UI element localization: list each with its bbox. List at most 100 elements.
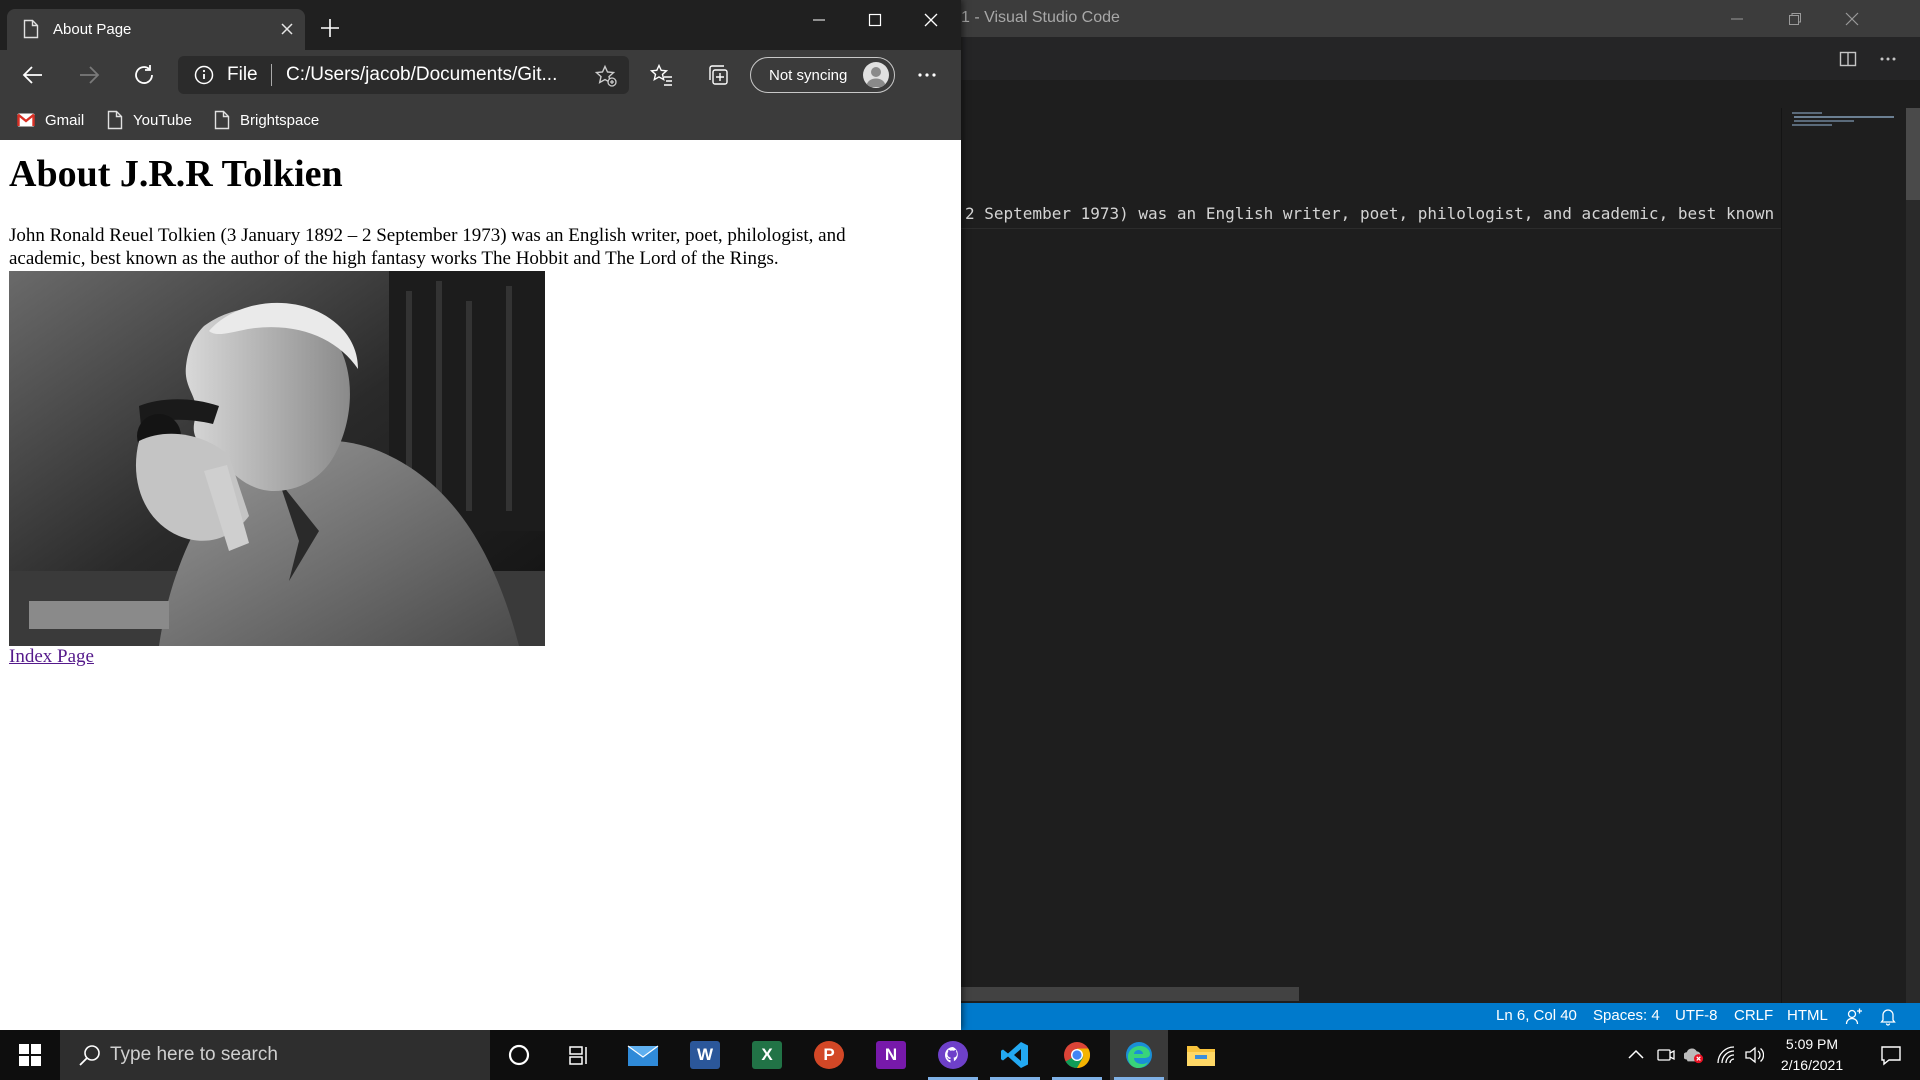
page-icon [23, 19, 39, 39]
encoding-setting[interactable]: UTF-8 [1675, 1007, 1718, 1024]
avatar [863, 62, 889, 88]
feedback-button[interactable] [1845, 1008, 1863, 1030]
vscode-status-bar: Ln 6, Col 40 Spaces: 4 UTF-8 CRLF HTML [961, 1003, 1920, 1030]
chevron-up-icon[interactable] [1626, 1045, 1646, 1065]
taskbar-onenote[interactable]: N [862, 1030, 920, 1080]
eol-setting[interactable]: CRLF [1734, 1007, 1773, 1024]
profile-sync-label: Not syncing [769, 67, 848, 84]
gmail-icon [17, 113, 35, 127]
edge-browser-window: About Page File C:/Users/jacob/Documents… [0, 0, 961, 1030]
page-content: About J.R.R Tolkien John Ronald Reuel To… [0, 140, 961, 1030]
edge-maximize-button[interactable] [847, 0, 903, 40]
refresh-button[interactable] [131, 62, 157, 88]
chrome-icon [1064, 1042, 1091, 1069]
current-line-highlight [961, 228, 1781, 229]
notification-icon [1881, 1046, 1901, 1066]
taskbar-edge[interactable] [1110, 1030, 1168, 1080]
tolkien-photo [9, 271, 545, 646]
tab-title: About Page [53, 21, 132, 38]
vscode-window-title: 1 - Visual Studio Code [961, 9, 1120, 26]
browser-tab-about[interactable]: About Page [7, 9, 305, 50]
windows-icon [19, 1044, 41, 1066]
taskbar-clock[interactable]: 5:09 PM 2/16/2021 [1752, 1034, 1872, 1076]
vertical-scrollbar[interactable] [1906, 108, 1920, 1003]
wifi-icon[interactable] [1716, 1045, 1736, 1065]
windows-taskbar: Type here to search W X P N 5:09 PM 2/16… [0, 1030, 1920, 1080]
maximize-icon [868, 13, 882, 27]
profile-sync-button[interactable]: Not syncing [750, 57, 895, 93]
split-editor-button[interactable] [1837, 48, 1859, 70]
indentation-setting[interactable]: Spaces: 4 [1593, 1007, 1660, 1024]
mail-icon [627, 1045, 659, 1066]
meet-now-icon[interactable] [1656, 1045, 1676, 1065]
back-button[interactable] [20, 62, 46, 88]
vscode-restore-button[interactable] [1767, 0, 1823, 37]
close-icon [281, 23, 293, 35]
vertical-scrollbar-thumb[interactable] [1906, 108, 1920, 200]
taskbar-mail[interactable] [614, 1030, 672, 1080]
language-mode[interactable]: HTML [1787, 1007, 1828, 1024]
taskbar-chrome[interactable] [1048, 1030, 1106, 1080]
taskbar-powerpoint[interactable]: P [800, 1030, 858, 1080]
collections-button[interactable] [705, 62, 731, 88]
favorites-bar: Gmail YouTube Brightspace [0, 100, 961, 140]
split-editor-icon [1839, 51, 1857, 67]
page-icon [214, 110, 230, 130]
add-favorite-icon[interactable] [594, 64, 618, 88]
minimize-icon [813, 19, 825, 21]
address-bar[interactable]: File C:/Users/jacob/Documents/Git... [178, 56, 629, 94]
search-placeholder: Type here to search [110, 1044, 278, 1065]
bookmark-brightspace[interactable]: Brightspace [214, 108, 319, 132]
vscode-close-button[interactable] [1824, 0, 1880, 37]
settings-menu-button[interactable] [914, 62, 940, 88]
action-center-button[interactable] [1868, 1030, 1914, 1080]
taskbar-search-box[interactable]: Type here to search [60, 1030, 490, 1080]
edge-icon [1126, 1042, 1152, 1068]
onedrive-error-icon[interactable] [1684, 1045, 1704, 1065]
taskbar-file-explorer[interactable] [1172, 1030, 1230, 1080]
code-editor[interactable]: 2 September 1973) was an English writer,… [961, 80, 1920, 1003]
more-actions-button[interactable] [1877, 48, 1899, 70]
github-desktop-icon [938, 1041, 968, 1069]
vscode-minimize-button[interactable] [1709, 0, 1765, 37]
taskbar-vscode[interactable] [986, 1030, 1044, 1080]
octocat-icon [944, 1047, 958, 1063]
task-view-button[interactable] [550, 1030, 608, 1080]
start-button[interactable] [0, 1030, 60, 1080]
file-explorer-icon [1187, 1046, 1215, 1066]
edge-close-button[interactable] [903, 0, 959, 40]
edge-minimize-button[interactable] [791, 0, 847, 40]
refresh-icon [135, 65, 153, 84]
close-icon [924, 13, 938, 27]
edge-tab-strip: About Page [0, 0, 961, 50]
forward-button[interactable] [76, 62, 102, 88]
favorites-button[interactable] [649, 62, 675, 88]
horizontal-scrollbar-thumb[interactable] [961, 987, 1299, 1001]
address-divider [271, 64, 272, 86]
vscode-tab-bar [961, 37, 1920, 80]
cortana-button[interactable] [490, 1030, 548, 1080]
excel-icon: X [752, 1041, 782, 1069]
onenote-icon: N [876, 1041, 906, 1069]
tab-close-button[interactable] [277, 20, 297, 40]
taskbar-excel[interactable]: X [738, 1030, 796, 1080]
bookmark-label: Gmail [45, 111, 85, 129]
new-tab-button[interactable] [318, 17, 342, 41]
index-page-link[interactable]: Index Page [9, 646, 94, 668]
bookmark-gmail[interactable]: Gmail [17, 108, 84, 132]
taskbar-github-desktop[interactable] [924, 1030, 982, 1080]
vscode-titlebar: 1 - Visual Studio Code [961, 0, 1920, 37]
user-icon [866, 67, 886, 87]
info-icon[interactable] [194, 65, 214, 85]
bell-icon [1880, 1009, 1896, 1026]
address-url[interactable]: C:/Users/jacob/Documents/Git... [286, 64, 586, 86]
minimap[interactable] [1781, 108, 1901, 1003]
search-icon [79, 1045, 100, 1066]
edge-toolbar: File C:/Users/jacob/Documents/Git... Not… [0, 50, 961, 100]
page-icon [107, 110, 123, 130]
taskbar-word[interactable]: W [676, 1030, 734, 1080]
arrow-left-icon [22, 66, 42, 84]
notifications-button[interactable] [1880, 1008, 1896, 1030]
cursor-position[interactable]: Ln 6, Col 40 [1496, 1007, 1577, 1024]
bookmark-youtube[interactable]: YouTube [107, 108, 192, 132]
